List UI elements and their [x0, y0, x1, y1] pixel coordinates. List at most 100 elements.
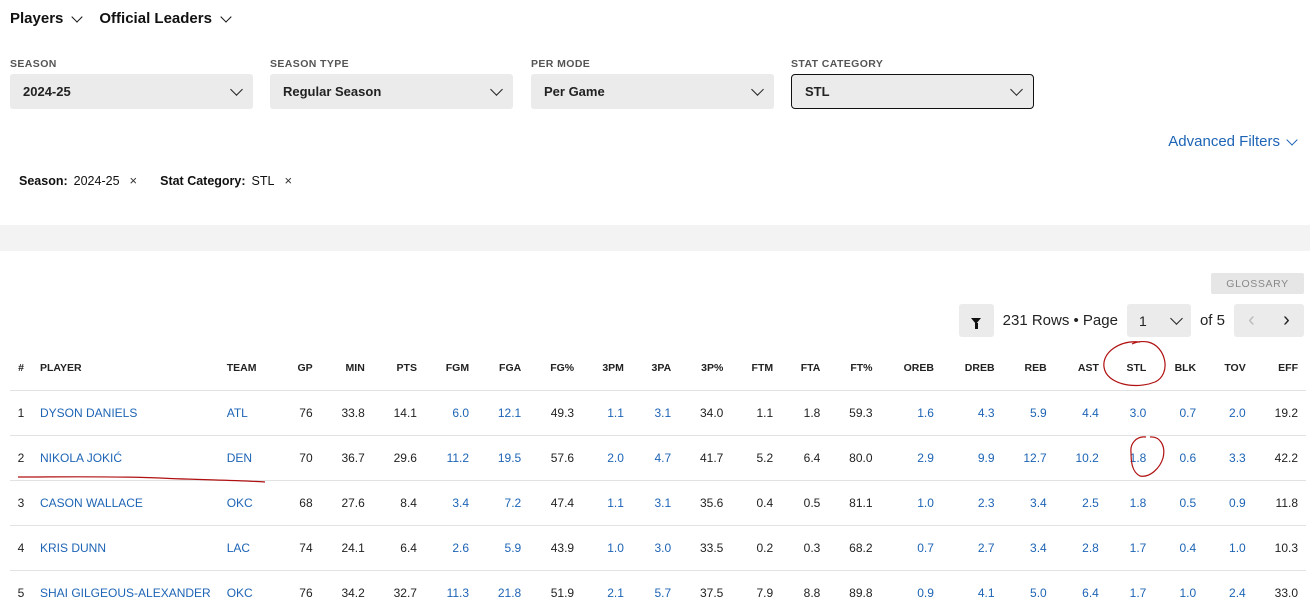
column-header-dreb[interactable]: DREB	[942, 346, 1003, 390]
cell-reb[interactable]: 12.7	[1002, 434, 1055, 480]
cell-stl[interactable]: 1.7	[1106, 569, 1155, 612]
cell-3pa[interactable]: 3.1	[631, 389, 680, 435]
cell-blk[interactable]: 0.4	[1154, 524, 1205, 570]
cell-fgm[interactable]: 6.0	[424, 389, 478, 435]
column-header-ft[interactable]: FT%	[828, 346, 880, 390]
column-header-3pa[interactable]: 3PA	[632, 346, 679, 390]
cell-ast[interactable]: 4.4	[1054, 389, 1107, 435]
cell-stl[interactable]: 3.0	[1106, 389, 1155, 435]
cell-3pm[interactable]: 1.1	[582, 389, 632, 435]
cell-dreb[interactable]: 9.9	[941, 434, 1003, 480]
column-header-fga[interactable]: FGA	[477, 346, 529, 390]
cell-3pa[interactable]: 4.7	[631, 434, 680, 480]
cell-tov[interactable]: 0.9	[1204, 479, 1254, 525]
cell-ast[interactable]: 10.2	[1054, 434, 1107, 480]
cell-fgm[interactable]: 3.4	[424, 479, 478, 525]
cell-3pm[interactable]: 1.1	[582, 479, 632, 525]
per-mode-select[interactable]: Per Game	[531, 74, 774, 109]
cell-team[interactable]: LAC	[218, 524, 280, 570]
column-header-3p[interactable]: 3P%	[679, 346, 731, 390]
cell-ast[interactable]: 6.4	[1054, 569, 1107, 612]
cell-dreb[interactable]: 4.3	[941, 389, 1003, 435]
cell-team[interactable]: ATL	[218, 389, 280, 435]
column-header-tov[interactable]: TOV	[1204, 346, 1254, 390]
table-filter-button[interactable]	[958, 304, 994, 337]
column-header-min[interactable]: MIN	[321, 346, 373, 390]
next-page-button[interactable]: ›	[1269, 304, 1304, 337]
cell-tov[interactable]: 1.0	[1204, 524, 1254, 570]
cell-reb[interactable]: 3.4	[1002, 479, 1055, 525]
cell-player[interactable]: NIKOLA JOKIĆ	[32, 434, 219, 480]
cell-team[interactable]: DEN	[218, 434, 280, 480]
cell-reb[interactable]: 5.9	[1002, 389, 1055, 435]
column-header-ftm[interactable]: FTM	[731, 346, 781, 390]
glossary-button[interactable]: GLOSSARY	[1211, 273, 1304, 294]
cell-ast[interactable]: 2.5	[1054, 479, 1107, 525]
cell-fgm[interactable]: 2.6	[424, 524, 478, 570]
cell-blk[interactable]: 1.0	[1154, 569, 1205, 612]
column-header-ast[interactable]: AST	[1055, 346, 1107, 390]
prev-page-button[interactable]: ‹	[1234, 304, 1269, 337]
stat-category-select[interactable]: STL	[791, 74, 1034, 109]
column-header-team[interactable]: TEAM	[219, 346, 280, 390]
players-dropdown[interactable]: Players	[10, 10, 84, 27]
column-header-player[interactable]: PLAYER	[32, 346, 219, 390]
cell-fga[interactable]: 5.9	[477, 524, 530, 570]
cell-dreb[interactable]: 4.1	[941, 569, 1003, 612]
season-select[interactable]: 2024-25	[10, 74, 253, 109]
column-header-eff[interactable]: EFF	[1254, 346, 1306, 390]
cell-oreb[interactable]: 2.9	[880, 434, 942, 480]
cell-reb[interactable]: 5.0	[1002, 569, 1055, 612]
advanced-filters-toggle[interactable]: Advanced Filters	[1168, 133, 1298, 150]
close-icon[interactable]: ×	[284, 173, 292, 188]
column-header-fgm[interactable]: FGM	[425, 346, 477, 390]
cell-oreb[interactable]: 0.9	[880, 569, 942, 612]
cell-3pa[interactable]: 5.7	[631, 569, 680, 612]
cell-dreb[interactable]: 2.7	[941, 524, 1003, 570]
page-select[interactable]: 1	[1126, 304, 1191, 337]
column-header-pts[interactable]: PTS	[373, 346, 425, 390]
column-header-3pm[interactable]: 3PM	[582, 346, 632, 390]
cell-3pm[interactable]: 2.1	[582, 569, 632, 612]
cell-player[interactable]: DYSON DANIELS	[32, 389, 219, 435]
cell-stl[interactable]: 1.8	[1106, 479, 1155, 525]
cell-fga[interactable]: 21.8	[477, 569, 530, 612]
column-header-blk[interactable]: BLK	[1154, 346, 1204, 390]
cell-fgm[interactable]: 11.3	[424, 569, 478, 612]
cell-team[interactable]: OKC	[218, 479, 280, 525]
cell-tov[interactable]: 2.4	[1204, 569, 1254, 612]
cell-stl[interactable]: 1.8	[1106, 434, 1155, 480]
cell-oreb[interactable]: 1.6	[880, 389, 942, 435]
cell-3pm[interactable]: 2.0	[582, 434, 632, 480]
column-header-[interactable]: #	[10, 346, 32, 390]
column-header-oreb[interactable]: OREB	[881, 346, 942, 390]
cell-blk[interactable]: 0.5	[1154, 479, 1205, 525]
column-header-stl[interactable]: STL	[1107, 346, 1154, 390]
cell-player[interactable]: KRIS DUNN	[32, 524, 219, 570]
season-type-select[interactable]: Regular Season	[270, 74, 513, 109]
cell-3pa[interactable]: 3.0	[631, 524, 680, 570]
cell-fga[interactable]: 12.1	[477, 389, 530, 435]
cell-stl[interactable]: 1.7	[1106, 524, 1155, 570]
cell-fga[interactable]: 7.2	[477, 479, 530, 525]
column-header-gp[interactable]: GP	[279, 346, 320, 390]
official-leaders-dropdown[interactable]: Official Leaders	[99, 10, 232, 27]
cell-dreb[interactable]: 2.3	[941, 479, 1003, 525]
cell-fgm[interactable]: 11.2	[424, 434, 478, 480]
cell-tov[interactable]: 3.3	[1204, 434, 1254, 480]
cell-blk[interactable]: 0.6	[1154, 434, 1205, 480]
cell-player[interactable]: SHAI GILGEOUS-ALEXANDER	[32, 569, 219, 612]
close-icon[interactable]: ×	[130, 173, 138, 188]
column-header-fg[interactable]: FG%	[529, 346, 582, 390]
cell-oreb[interactable]: 1.0	[880, 479, 942, 525]
cell-blk[interactable]: 0.7	[1154, 389, 1205, 435]
cell-team[interactable]: OKC	[218, 569, 280, 612]
cell-oreb[interactable]: 0.7	[880, 524, 942, 570]
cell-ast[interactable]: 2.8	[1054, 524, 1107, 570]
cell-fga[interactable]: 19.5	[477, 434, 530, 480]
cell-3pm[interactable]: 1.0	[582, 524, 632, 570]
column-header-fta[interactable]: FTA	[781, 346, 828, 390]
cell-reb[interactable]: 3.4	[1002, 524, 1055, 570]
cell-player[interactable]: CASON WALLACE	[32, 479, 219, 525]
column-header-reb[interactable]: REB	[1003, 346, 1055, 390]
